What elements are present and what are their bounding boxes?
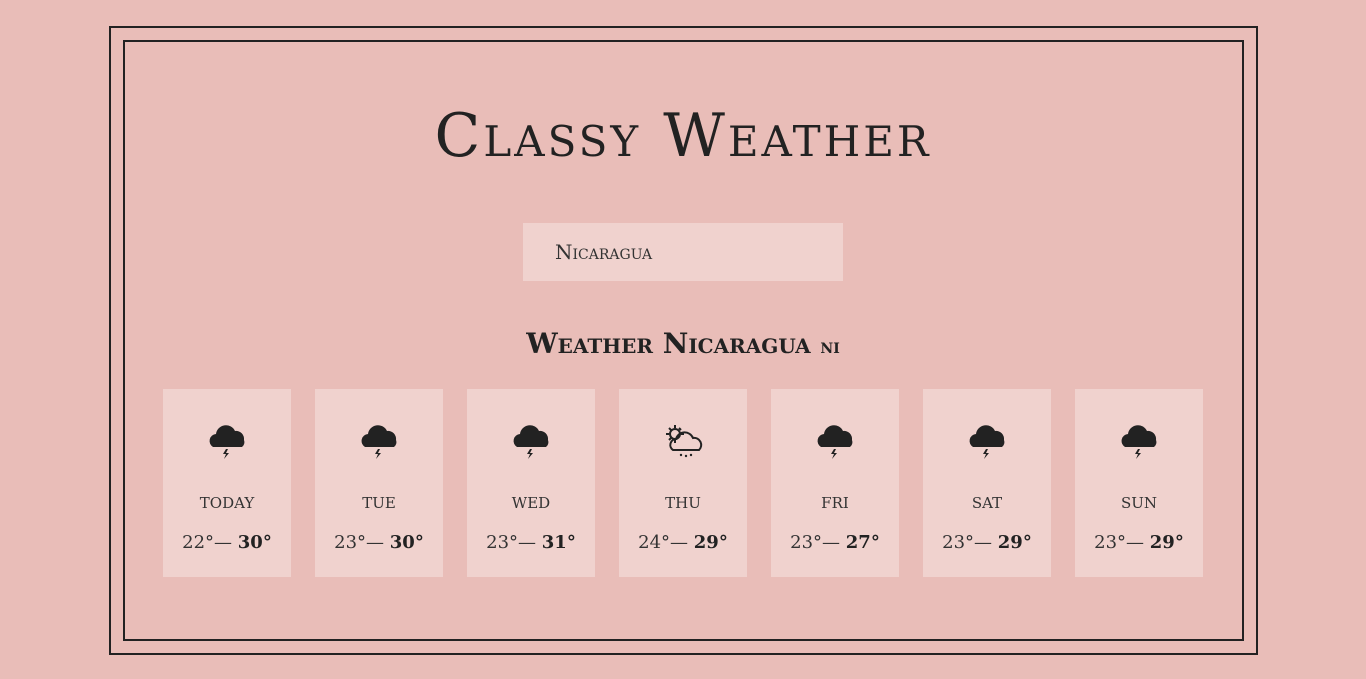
temp-max: 30° xyxy=(237,532,272,553)
forecast-temp-range: 23°— 31° xyxy=(467,532,595,553)
forecast-day-name: Fri xyxy=(821,489,849,513)
country-code: NI xyxy=(820,334,840,358)
temp-min: 23° xyxy=(942,532,975,553)
forecast-day-name: Today xyxy=(199,489,255,513)
temp-max: 29° xyxy=(997,532,1032,553)
temp-max: 29° xyxy=(1149,532,1184,553)
temp-min: 23° xyxy=(334,532,367,553)
location-heading-label: Weather Nicaragua xyxy=(526,327,811,360)
thunderstorm-icon xyxy=(467,423,595,463)
thunderstorm-icon xyxy=(315,423,443,463)
forecast-temp-range: 24°— 29° xyxy=(619,532,747,553)
forecast-temp-range: 23°— 29° xyxy=(923,532,1051,553)
thunderstorm-icon xyxy=(771,423,899,463)
thunderstorm-icon xyxy=(163,423,291,463)
forecast-day-card: Wed 23°— 31° xyxy=(467,389,595,577)
forecast-day-name: Wed xyxy=(511,489,551,513)
temp-separator: — xyxy=(974,532,993,553)
forecast-day-card: Thu 24°— 29° xyxy=(619,389,747,577)
temp-max: 29° xyxy=(693,532,728,553)
forecast-day-card: Sun 23°— 29° xyxy=(1075,389,1203,577)
location-search-input[interactable] xyxy=(523,223,843,281)
forecast-temp-range: 23°— 27° xyxy=(771,532,899,553)
app-title: Classy Weather xyxy=(434,101,932,171)
forecast-temp-range: 22°— 30° xyxy=(163,532,291,553)
forecast-day-name: Sun xyxy=(1120,489,1158,513)
temp-max: 31° xyxy=(541,532,576,553)
forecast-temp-range: 23°— 29° xyxy=(1075,532,1203,553)
forecast-day-card: Sat 23°— 29° xyxy=(923,389,1051,577)
temp-min: 23° xyxy=(790,532,823,553)
temp-separator: — xyxy=(366,532,385,553)
temp-separator: — xyxy=(1126,532,1145,553)
forecast-day-card: Tue 23°— 30° xyxy=(315,389,443,577)
temp-min: 24° xyxy=(638,532,671,553)
location-heading: Weather Nicaragua NI xyxy=(0,322,1366,368)
thunderstorm-icon xyxy=(1075,423,1203,463)
sun-cloud-rain-icon xyxy=(619,423,747,463)
forecast-day-card: Today 22°— 30° xyxy=(163,389,291,577)
temp-separator: — xyxy=(214,532,233,553)
temp-max: 27° xyxy=(845,532,880,553)
temp-min: 22° xyxy=(182,532,215,553)
forecast-day-name: Thu xyxy=(665,489,701,513)
thunderstorm-icon xyxy=(923,423,1051,463)
temp-min: 23° xyxy=(1094,532,1127,553)
temp-separator: — xyxy=(670,532,689,553)
forecast-day-name: Tue xyxy=(362,489,396,513)
forecast-day-card: Fri 23°— 27° xyxy=(771,389,899,577)
temp-separator: — xyxy=(518,532,537,553)
temp-min: 23° xyxy=(486,532,519,553)
forecast-day-name: Sat xyxy=(971,489,1003,513)
temp-separator: — xyxy=(822,532,841,553)
temp-max: 30° xyxy=(389,532,424,553)
forecast-temp-range: 23°— 30° xyxy=(315,532,443,553)
